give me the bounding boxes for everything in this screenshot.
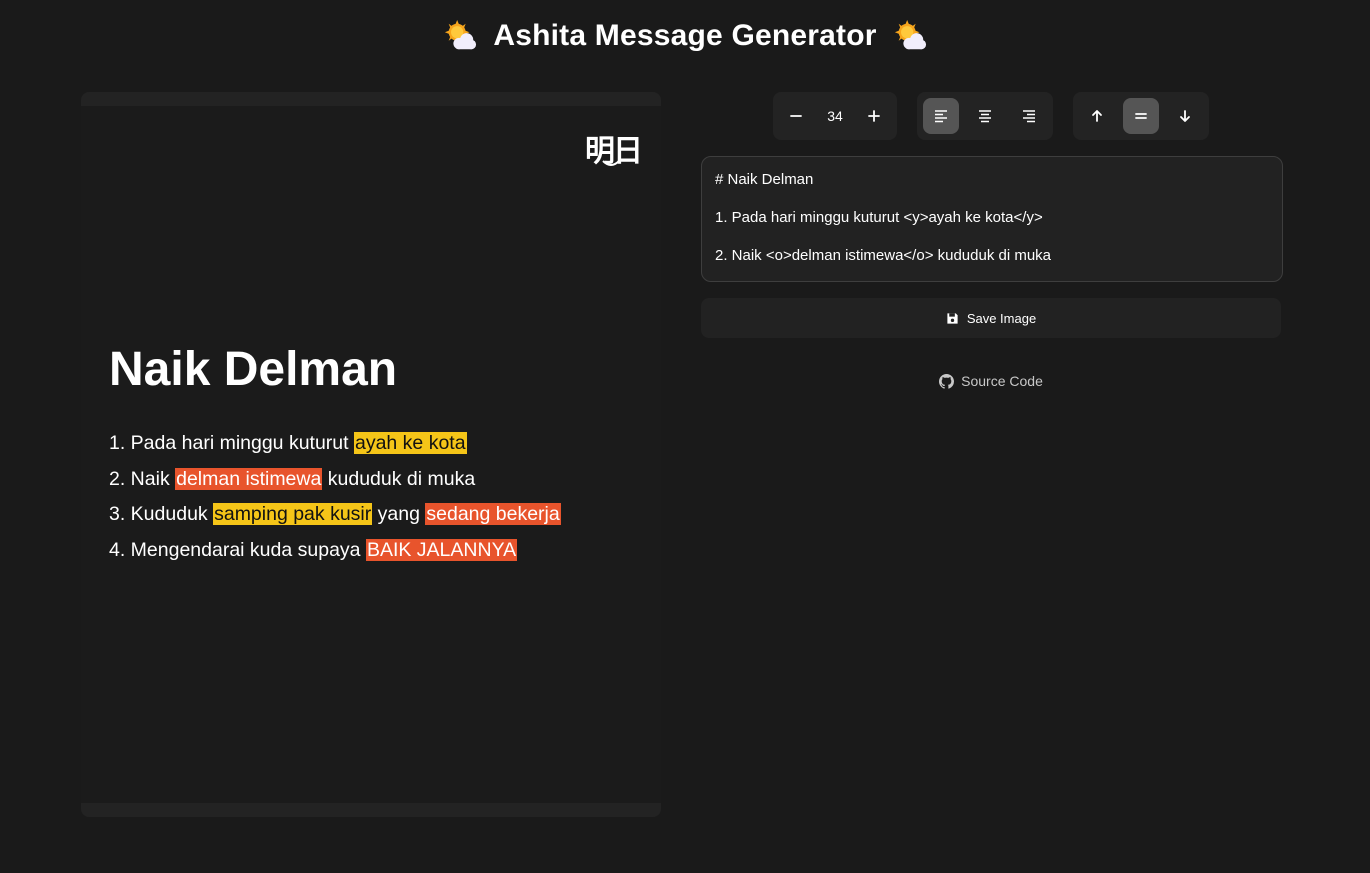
page-header: Ashita Message Generator [0, 16, 1370, 56]
minus-icon [790, 115, 803, 117]
source-code-label: Source Code [961, 373, 1043, 389]
list-text: 2. Naik [109, 467, 176, 490]
orange-highlight: BAIK JALANNYA [365, 538, 518, 561]
preview-list: 1. Pada hari minggu kuturut ayah ke kota… [109, 426, 561, 568]
save-image-label: Save Image [966, 310, 1037, 326]
list-text: kududuk di muka [322, 467, 476, 490]
align-center-icon [979, 110, 991, 123]
align-left-icon [935, 110, 947, 123]
preview-canvas: 明日 Naik Delman 1. Pada hari minggu kutur… [81, 106, 661, 803]
align-left-button[interactable] [923, 98, 959, 134]
increase-font-size-button[interactable] [856, 98, 891, 134]
preview-list-item: 1. Pada hari minggu kuturut ayah ke kota [109, 426, 561, 462]
smile-mark-icon [602, 160, 620, 166]
floppy-disk-icon [947, 312, 958, 324]
editor-line: # Naik Delman [715, 171, 814, 188]
vertical-align-controls [1073, 92, 1209, 140]
sun-behind-cloud-icon [445, 19, 477, 50]
align-center-button[interactable] [967, 98, 1003, 134]
editor-line: 2. Naik <o>delman istimewa</o> kududuk d… [715, 247, 1052, 264]
list-text: yang [372, 503, 426, 525]
ashita-logo: 明日 [585, 126, 643, 170]
align-right-icon [1023, 110, 1035, 123]
preview-list-item: 2. Naik delman istimewa kududuk di muka [109, 462, 561, 498]
message-editor[interactable]: # Naik Delman 1. Pada hari minggu kuturu… [701, 156, 1283, 282]
align-bottom-button[interactable] [1167, 98, 1203, 134]
align-middle-button[interactable] [1123, 98, 1159, 134]
list-text: 3. Kududuk [109, 503, 214, 525]
arrow-down-icon [1180, 110, 1190, 122]
yellow-highlight: ayah ke kota [353, 432, 467, 454]
horizontal-align-controls [917, 92, 1053, 140]
save-image-button[interactable]: Save Image [701, 298, 1281, 338]
sun-behind-cloud-icon [894, 19, 926, 50]
orange-highlight: delman istimewa [175, 467, 323, 490]
orange-highlight: sedang bekerja [425, 503, 561, 525]
yellow-highlight: samping pak kusir [213, 503, 373, 525]
equals-icon [1135, 113, 1147, 119]
page-title: Ashita Message Generator [493, 19, 877, 52]
decrease-font-size-button[interactable] [779, 98, 814, 134]
preview-list-item: 3. Kududuk samping pak kusir yang sedang… [109, 497, 561, 533]
github-icon [939, 373, 955, 389]
source-code-link[interactable]: Source Code [701, 371, 1281, 391]
list-text: 1. Pada hari minggu kuturut [109, 432, 354, 454]
preview-title: Naik Delman [109, 343, 398, 396]
font-size-value: 34 [827, 108, 843, 124]
align-right-button[interactable] [1011, 98, 1047, 134]
editor-line: 1. Pada hari minggu kuturut <y>ayah ke k… [715, 209, 1043, 226]
align-top-button[interactable] [1079, 98, 1115, 134]
font-size-controls: 34 [773, 92, 897, 140]
list-text: 4. Mengendarai kuda supaya [109, 538, 366, 561]
preview-panel: 明日 Naik Delman 1. Pada hari minggu kutur… [81, 92, 661, 817]
preview-list-item: 4. Mengendarai kuda supaya BAIK JALANNYA [109, 533, 561, 569]
plus-icon [867, 110, 880, 122]
arrow-up-icon [1092, 110, 1102, 122]
